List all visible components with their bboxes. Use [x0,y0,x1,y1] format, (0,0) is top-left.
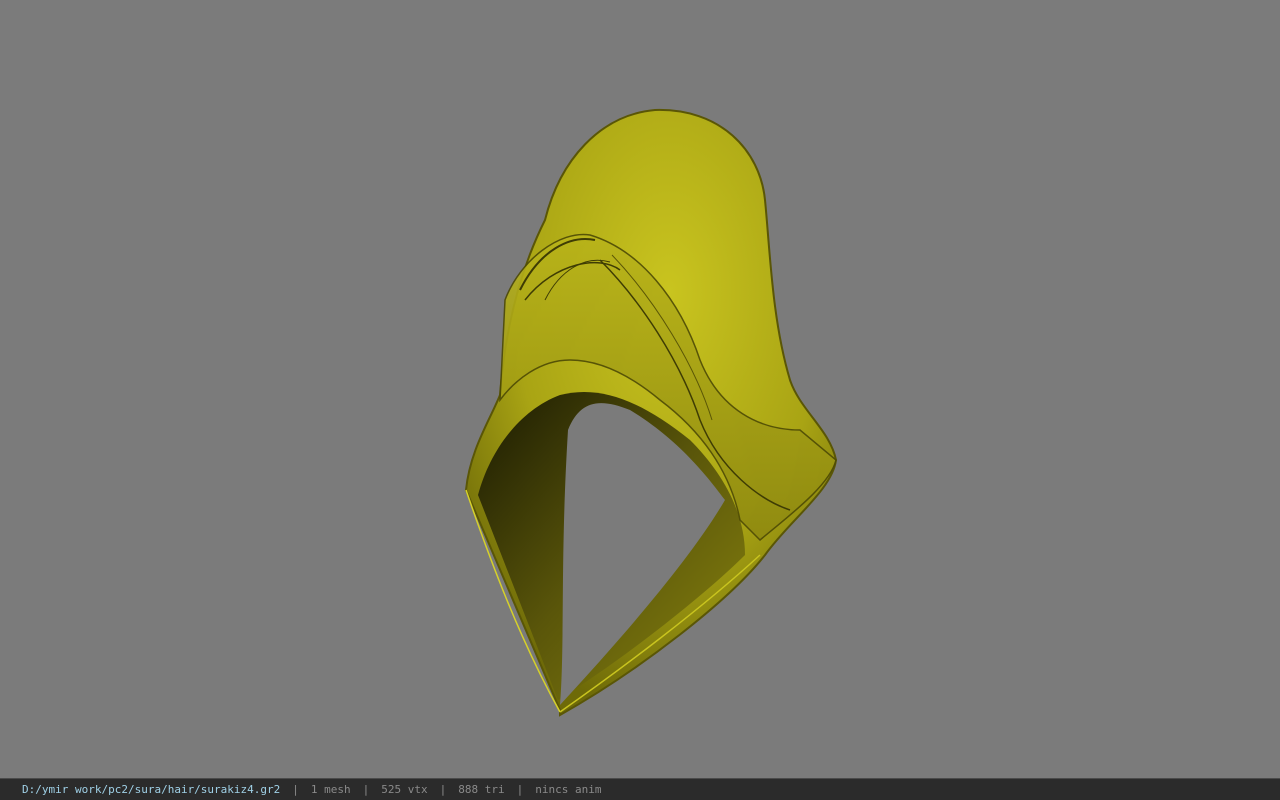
vertex-count: 525 vtx [381,783,428,796]
triangle-count: 888 tri [458,783,505,796]
mesh-count: 1 mesh [310,783,351,796]
separator: | [292,783,299,796]
status-bar: D:/ymir work/pc2/sura/hair/surakiz4.gr2 … [0,778,1280,800]
file-path: D:/ymir work/pc2/sura/hair/surakiz4.gr2 [22,783,281,796]
separator: | [516,783,524,796]
hood-model [464,108,838,717]
separator: | [439,783,447,796]
3d-viewport[interactable] [0,0,1280,778]
animation-status: nincs anim [535,783,602,796]
separator: | [362,783,370,796]
